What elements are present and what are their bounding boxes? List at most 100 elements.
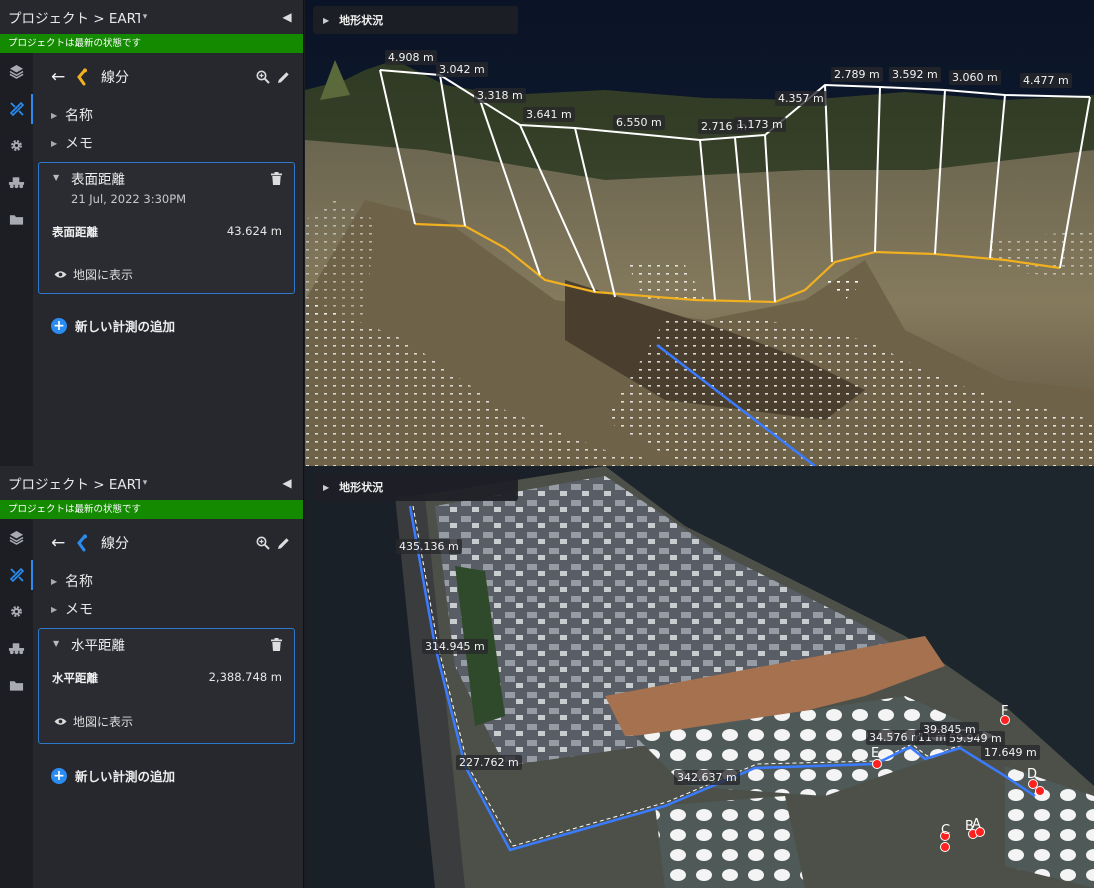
- caret-right-icon: ▶: [323, 482, 330, 492]
- zoom-icon[interactable]: [253, 536, 273, 550]
- segment-label: 3.318 m: [474, 88, 526, 103]
- measurement-content: ← 線分 ▶ 名称 ▶ メモ: [33, 53, 303, 466]
- back-arrow-icon[interactable]: ←: [51, 533, 75, 553]
- segment-label: 4.357 m: [775, 91, 827, 106]
- settings-gear-icon[interactable]: [0, 127, 33, 164]
- measurement-card-header[interactable]: ▼ 水平距離: [39, 629, 294, 655]
- back-arrow-icon[interactable]: ←: [51, 67, 75, 87]
- memo-section[interactable]: ▶ メモ: [37, 595, 299, 623]
- zoom-icon[interactable]: [253, 70, 273, 84]
- aerial-3d-view[interactable]: E F A B C D ▶ 地形状況 435.136 m 314.945 m 2…: [305, 466, 1094, 888]
- terrain-toggle[interactable]: ▶ 地形状況: [313, 6, 518, 34]
- memo-section-label: メモ: [65, 602, 93, 618]
- segment-label: 3.641 m: [523, 107, 575, 122]
- collapse-panel-icon[interactable]: ◀: [279, 10, 295, 24]
- add-measurement-label[interactable]: 新しい計測の追加: [75, 316, 175, 335]
- eye-icon: [54, 271, 67, 278]
- name-section[interactable]: ▶ 名称: [37, 567, 299, 595]
- plus-circle-icon[interactable]: +: [51, 767, 67, 784]
- memo-section-label: メモ: [65, 136, 93, 152]
- show-on-map-toggle[interactable]: 地図に表示: [39, 266, 294, 283]
- eye-icon: [54, 718, 67, 725]
- caret-right-icon: ▶: [323, 15, 330, 25]
- segment-label: 2.789 m: [831, 67, 883, 82]
- machine-icon[interactable]: [0, 164, 33, 201]
- point-label-d: D: [1027, 767, 1037, 782]
- segment-label: 4.477 m: [1020, 73, 1072, 88]
- edit-pencil-icon[interactable]: [273, 537, 293, 550]
- project-dropdown-icon[interactable]: ▾: [143, 12, 148, 22]
- distance-label: 435.136 m: [396, 539, 462, 554]
- segment-label: 4.908 m: [385, 50, 437, 65]
- status-banner: プロジェクトは最新の状態です: [0, 500, 303, 519]
- measurement-label: 水平距離: [52, 671, 98, 685]
- trash-icon[interactable]: [271, 170, 282, 189]
- edit-pencil-icon[interactable]: [273, 71, 293, 84]
- measurement-name: 表面距離: [71, 172, 125, 188]
- measure-tool-icon[interactable]: [0, 556, 33, 593]
- caret-down-icon[interactable]: ▼: [53, 173, 71, 182]
- point-label-f: F: [1001, 704, 1008, 719]
- machine-icon[interactable]: [0, 630, 33, 667]
- terrain-3d-view[interactable]: ▶ 地形状況 4.908 m 3.042 m 3.318 m 3.641 m 6…: [305, 0, 1094, 466]
- project-header[interactable]: プロジェクト > EARTHBRAIN__MIHA... ▾ ◀: [0, 0, 303, 34]
- collapse-panel-icon[interactable]: ◀: [279, 476, 295, 490]
- add-measurement-label[interactable]: 新しい計測の追加: [75, 766, 175, 785]
- caret-right-icon: ▶: [51, 138, 58, 148]
- measure-toolbar: ← 線分: [37, 53, 299, 101]
- terrain-toggle-label[interactable]: 地形状況: [339, 479, 383, 495]
- caret-right-icon: ▶: [51, 576, 58, 586]
- add-measurement-button[interactable]: + 新しい計測の追加: [37, 766, 299, 785]
- distance-label: 227.762 m: [456, 755, 522, 770]
- point-label-c: C: [941, 823, 950, 838]
- measurement-label: 表面距離: [52, 225, 98, 239]
- top-screenshot: プロジェクト > EARTHBRAIN__MIHA... ▾ ◀ プロジェクトは…: [0, 0, 1094, 466]
- name-section[interactable]: ▶ 名称: [37, 101, 299, 129]
- show-on-map-label[interactable]: 地図に表示: [73, 713, 133, 730]
- side-panel: プロジェクト > EARTHBRAIN__MIHA... ▾ ◀ プロジェクトは…: [0, 466, 304, 888]
- name-section-label: 名称: [65, 574, 93, 590]
- measure-type-title: 線分: [101, 70, 129, 86]
- measurement-card: ▼ 水平距離 水平距離 2,388.748 m 地図に表示: [38, 628, 295, 744]
- project-breadcrumb[interactable]: プロジェクト > EARTHBRAIN__MIHA...: [8, 473, 140, 493]
- segment-label: 1.173 m: [734, 117, 786, 132]
- measurement-value: 2,388.748 m: [208, 670, 282, 684]
- layers-icon[interactable]: [0, 519, 33, 556]
- folder-icon[interactable]: [0, 667, 33, 704]
- settings-gear-icon[interactable]: [0, 593, 33, 630]
- measure-tool-icon[interactable]: [0, 90, 33, 127]
- measurement-value-row: 表面距離 43.624 m: [39, 224, 294, 240]
- aerial-scene: E F A B C D: [305, 466, 1094, 888]
- measure-type-title: 線分: [101, 536, 129, 552]
- plus-circle-icon[interactable]: +: [51, 317, 67, 334]
- polyline-icon: [75, 68, 95, 86]
- show-on-map-toggle[interactable]: 地図に表示: [39, 713, 294, 730]
- measure-toolbar: ← 線分: [37, 519, 299, 567]
- measurement-content: ← 線分 ▶ 名称 ▶ メモ: [33, 519, 303, 888]
- terrain-toggle-label[interactable]: 地形状況: [339, 12, 383, 28]
- layers-icon[interactable]: [0, 53, 33, 90]
- measurement-card-header[interactable]: ▼ 表面距離: [39, 163, 294, 189]
- project-dropdown-icon[interactable]: ▾: [143, 478, 148, 488]
- folder-icon[interactable]: [0, 201, 33, 238]
- distance-label: 342.637 m: [674, 770, 740, 785]
- name-section-label: 名称: [65, 108, 93, 124]
- measurement-value-row: 水平距離 2,388.748 m: [39, 670, 294, 686]
- project-header[interactable]: プロジェクト > EARTHBRAIN__MIHA... ▾ ◀: [0, 466, 303, 500]
- project-breadcrumb[interactable]: プロジェクト > EARTHBRAIN__MIHA...: [8, 7, 140, 27]
- caret-down-icon[interactable]: ▼: [53, 639, 71, 648]
- icon-rail: [0, 53, 33, 466]
- distance-label: 39.845 m: [920, 722, 979, 737]
- icon-rail: [0, 519, 33, 888]
- show-on-map-label[interactable]: 地図に表示: [73, 266, 133, 283]
- memo-section[interactable]: ▶ メモ: [37, 129, 299, 157]
- caret-right-icon: ▶: [51, 604, 58, 614]
- segment-label: 6.550 m: [613, 115, 665, 130]
- measurement-name: 水平距離: [71, 638, 125, 654]
- terrain-toggle[interactable]: ▶ 地形状況: [313, 473, 518, 501]
- trash-icon[interactable]: [271, 636, 282, 655]
- add-measurement-button[interactable]: + 新しい計測の追加: [37, 316, 299, 335]
- segment-label: 3.060 m: [949, 70, 1001, 85]
- measurement-card: ▼ 表面距離 21 Jul, 2022 3:30PM 表面距離 43.624 m…: [38, 162, 295, 294]
- distance-label: 314.945 m: [422, 639, 488, 654]
